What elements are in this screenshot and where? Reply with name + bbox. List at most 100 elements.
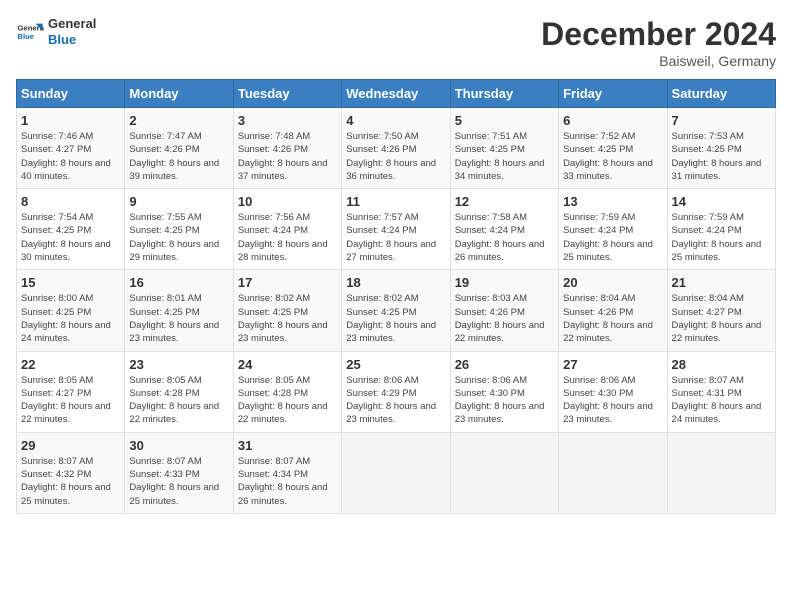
- daylight-text: Daylight: 8 hours and 39 minutes.: [129, 157, 228, 184]
- sunset-text: Sunset: 4:26 PM: [563, 306, 662, 319]
- day-info: Sunrise: 7:54 AM Sunset: 4:25 PM Dayligh…: [21, 211, 120, 264]
- header-row: SundayMondayTuesdayWednesdayThursdayFrid…: [17, 80, 776, 108]
- day-number: 6: [563, 113, 662, 128]
- sunrise-text: Sunrise: 8:05 AM: [129, 374, 228, 387]
- daylight-text: Daylight: 8 hours and 26 minutes.: [238, 481, 337, 508]
- sunrise-text: Sunrise: 8:06 AM: [563, 374, 662, 387]
- day-info: Sunrise: 7:56 AM Sunset: 4:24 PM Dayligh…: [238, 211, 337, 264]
- daylight-text: Daylight: 8 hours and 23 minutes.: [346, 319, 445, 346]
- sunset-text: Sunset: 4:25 PM: [238, 306, 337, 319]
- day-number: 27: [563, 357, 662, 372]
- sunrise-text: Sunrise: 7:58 AM: [455, 211, 554, 224]
- sunrise-text: Sunrise: 7:59 AM: [672, 211, 771, 224]
- day-number: 15: [21, 275, 120, 290]
- calendar-cell: 2 Sunrise: 7:47 AM Sunset: 4:26 PM Dayli…: [125, 108, 233, 189]
- daylight-text: Daylight: 8 hours and 22 minutes.: [672, 319, 771, 346]
- daylight-text: Daylight: 8 hours and 23 minutes.: [238, 319, 337, 346]
- calendar-cell: 18 Sunrise: 8:02 AM Sunset: 4:25 PM Dayl…: [342, 270, 450, 351]
- calendar-cell: 30 Sunrise: 8:07 AM Sunset: 4:33 PM Dayl…: [125, 432, 233, 513]
- day-info: Sunrise: 8:07 AM Sunset: 4:34 PM Dayligh…: [238, 455, 337, 508]
- calendar-cell: 28 Sunrise: 8:07 AM Sunset: 4:31 PM Dayl…: [667, 351, 775, 432]
- day-number: 16: [129, 275, 228, 290]
- sunset-text: Sunset: 4:25 PM: [129, 306, 228, 319]
- daylight-text: Daylight: 8 hours and 24 minutes.: [672, 400, 771, 427]
- sunset-text: Sunset: 4:24 PM: [672, 224, 771, 237]
- daylight-text: Daylight: 8 hours and 23 minutes.: [129, 319, 228, 346]
- sunset-text: Sunset: 4:24 PM: [563, 224, 662, 237]
- sunset-text: Sunset: 4:28 PM: [238, 387, 337, 400]
- title-block: December 2024 Baisweil, Germany: [541, 16, 776, 69]
- day-number: 28: [672, 357, 771, 372]
- calendar-cell: 9 Sunrise: 7:55 AM Sunset: 4:25 PM Dayli…: [125, 189, 233, 270]
- sunrise-text: Sunrise: 8:07 AM: [129, 455, 228, 468]
- calendar-cell: 23 Sunrise: 8:05 AM Sunset: 4:28 PM Dayl…: [125, 351, 233, 432]
- daylight-text: Daylight: 8 hours and 37 minutes.: [238, 157, 337, 184]
- daylight-text: Daylight: 8 hours and 29 minutes.: [129, 238, 228, 265]
- calendar-cell: 17 Sunrise: 8:02 AM Sunset: 4:25 PM Dayl…: [233, 270, 341, 351]
- week-row-4: 22 Sunrise: 8:05 AM Sunset: 4:27 PM Dayl…: [17, 351, 776, 432]
- day-number: 25: [346, 357, 445, 372]
- week-row-5: 29 Sunrise: 8:07 AM Sunset: 4:32 PM Dayl…: [17, 432, 776, 513]
- logo-icon: General Blue: [16, 18, 44, 46]
- sunrise-text: Sunrise: 8:04 AM: [672, 292, 771, 305]
- sunrise-text: Sunrise: 8:02 AM: [238, 292, 337, 305]
- day-info: Sunrise: 8:00 AM Sunset: 4:25 PM Dayligh…: [21, 292, 120, 345]
- day-info: Sunrise: 7:50 AM Sunset: 4:26 PM Dayligh…: [346, 130, 445, 183]
- calendar-cell: 1 Sunrise: 7:46 AM Sunset: 4:27 PM Dayli…: [17, 108, 125, 189]
- calendar-table: SundayMondayTuesdayWednesdayThursdayFrid…: [16, 79, 776, 514]
- day-info: Sunrise: 8:03 AM Sunset: 4:26 PM Dayligh…: [455, 292, 554, 345]
- sunset-text: Sunset: 4:29 PM: [346, 387, 445, 400]
- calendar-cell: 15 Sunrise: 8:00 AM Sunset: 4:25 PM Dayl…: [17, 270, 125, 351]
- daylight-text: Daylight: 8 hours and 22 minutes.: [563, 319, 662, 346]
- calendar-cell: 26 Sunrise: 8:06 AM Sunset: 4:30 PM Dayl…: [450, 351, 558, 432]
- day-info: Sunrise: 7:59 AM Sunset: 4:24 PM Dayligh…: [672, 211, 771, 264]
- column-header-sunday: Sunday: [17, 80, 125, 108]
- sunset-text: Sunset: 4:25 PM: [346, 306, 445, 319]
- sunset-text: Sunset: 4:32 PM: [21, 468, 120, 481]
- daylight-text: Daylight: 8 hours and 26 minutes.: [455, 238, 554, 265]
- sunrise-text: Sunrise: 8:00 AM: [21, 292, 120, 305]
- calendar-cell: 20 Sunrise: 8:04 AM Sunset: 4:26 PM Dayl…: [559, 270, 667, 351]
- daylight-text: Daylight: 8 hours and 25 minutes.: [672, 238, 771, 265]
- calendar-cell: 6 Sunrise: 7:52 AM Sunset: 4:25 PM Dayli…: [559, 108, 667, 189]
- daylight-text: Daylight: 8 hours and 25 minutes.: [129, 481, 228, 508]
- day-number: 22: [21, 357, 120, 372]
- calendar-cell: 8 Sunrise: 7:54 AM Sunset: 4:25 PM Dayli…: [17, 189, 125, 270]
- daylight-text: Daylight: 8 hours and 22 minutes.: [21, 400, 120, 427]
- day-info: Sunrise: 7:52 AM Sunset: 4:25 PM Dayligh…: [563, 130, 662, 183]
- sunset-text: Sunset: 4:34 PM: [238, 468, 337, 481]
- calendar-cell: 27 Sunrise: 8:06 AM Sunset: 4:30 PM Dayl…: [559, 351, 667, 432]
- day-info: Sunrise: 7:46 AM Sunset: 4:27 PM Dayligh…: [21, 130, 120, 183]
- sunset-text: Sunset: 4:24 PM: [238, 224, 337, 237]
- column-header-tuesday: Tuesday: [233, 80, 341, 108]
- column-header-thursday: Thursday: [450, 80, 558, 108]
- day-info: Sunrise: 8:02 AM Sunset: 4:25 PM Dayligh…: [238, 292, 337, 345]
- day-info: Sunrise: 8:05 AM Sunset: 4:28 PM Dayligh…: [129, 374, 228, 427]
- calendar-cell: 14 Sunrise: 7:59 AM Sunset: 4:24 PM Dayl…: [667, 189, 775, 270]
- day-number: 4: [346, 113, 445, 128]
- calendar-cell: [342, 432, 450, 513]
- day-number: 1: [21, 113, 120, 128]
- calendar-cell: 4 Sunrise: 7:50 AM Sunset: 4:26 PM Dayli…: [342, 108, 450, 189]
- day-info: Sunrise: 7:55 AM Sunset: 4:25 PM Dayligh…: [129, 211, 228, 264]
- daylight-text: Daylight: 8 hours and 24 minutes.: [21, 319, 120, 346]
- sunrise-text: Sunrise: 7:56 AM: [238, 211, 337, 224]
- calendar-cell: 19 Sunrise: 8:03 AM Sunset: 4:26 PM Dayl…: [450, 270, 558, 351]
- svg-text:Blue: Blue: [17, 32, 34, 41]
- day-info: Sunrise: 8:06 AM Sunset: 4:30 PM Dayligh…: [455, 374, 554, 427]
- day-info: Sunrise: 8:02 AM Sunset: 4:25 PM Dayligh…: [346, 292, 445, 345]
- calendar-cell: 13 Sunrise: 7:59 AM Sunset: 4:24 PM Dayl…: [559, 189, 667, 270]
- daylight-text: Daylight: 8 hours and 23 minutes.: [455, 400, 554, 427]
- column-header-monday: Monday: [125, 80, 233, 108]
- day-info: Sunrise: 7:48 AM Sunset: 4:26 PM Dayligh…: [238, 130, 337, 183]
- sunset-text: Sunset: 4:26 PM: [238, 143, 337, 156]
- daylight-text: Daylight: 8 hours and 22 minutes.: [455, 319, 554, 346]
- sunrise-text: Sunrise: 7:53 AM: [672, 130, 771, 143]
- sunrise-text: Sunrise: 7:59 AM: [563, 211, 662, 224]
- sunset-text: Sunset: 4:31 PM: [672, 387, 771, 400]
- daylight-text: Daylight: 8 hours and 22 minutes.: [129, 400, 228, 427]
- sunrise-text: Sunrise: 7:50 AM: [346, 130, 445, 143]
- day-info: Sunrise: 7:58 AM Sunset: 4:24 PM Dayligh…: [455, 211, 554, 264]
- day-number: 24: [238, 357, 337, 372]
- calendar-cell: 21 Sunrise: 8:04 AM Sunset: 4:27 PM Dayl…: [667, 270, 775, 351]
